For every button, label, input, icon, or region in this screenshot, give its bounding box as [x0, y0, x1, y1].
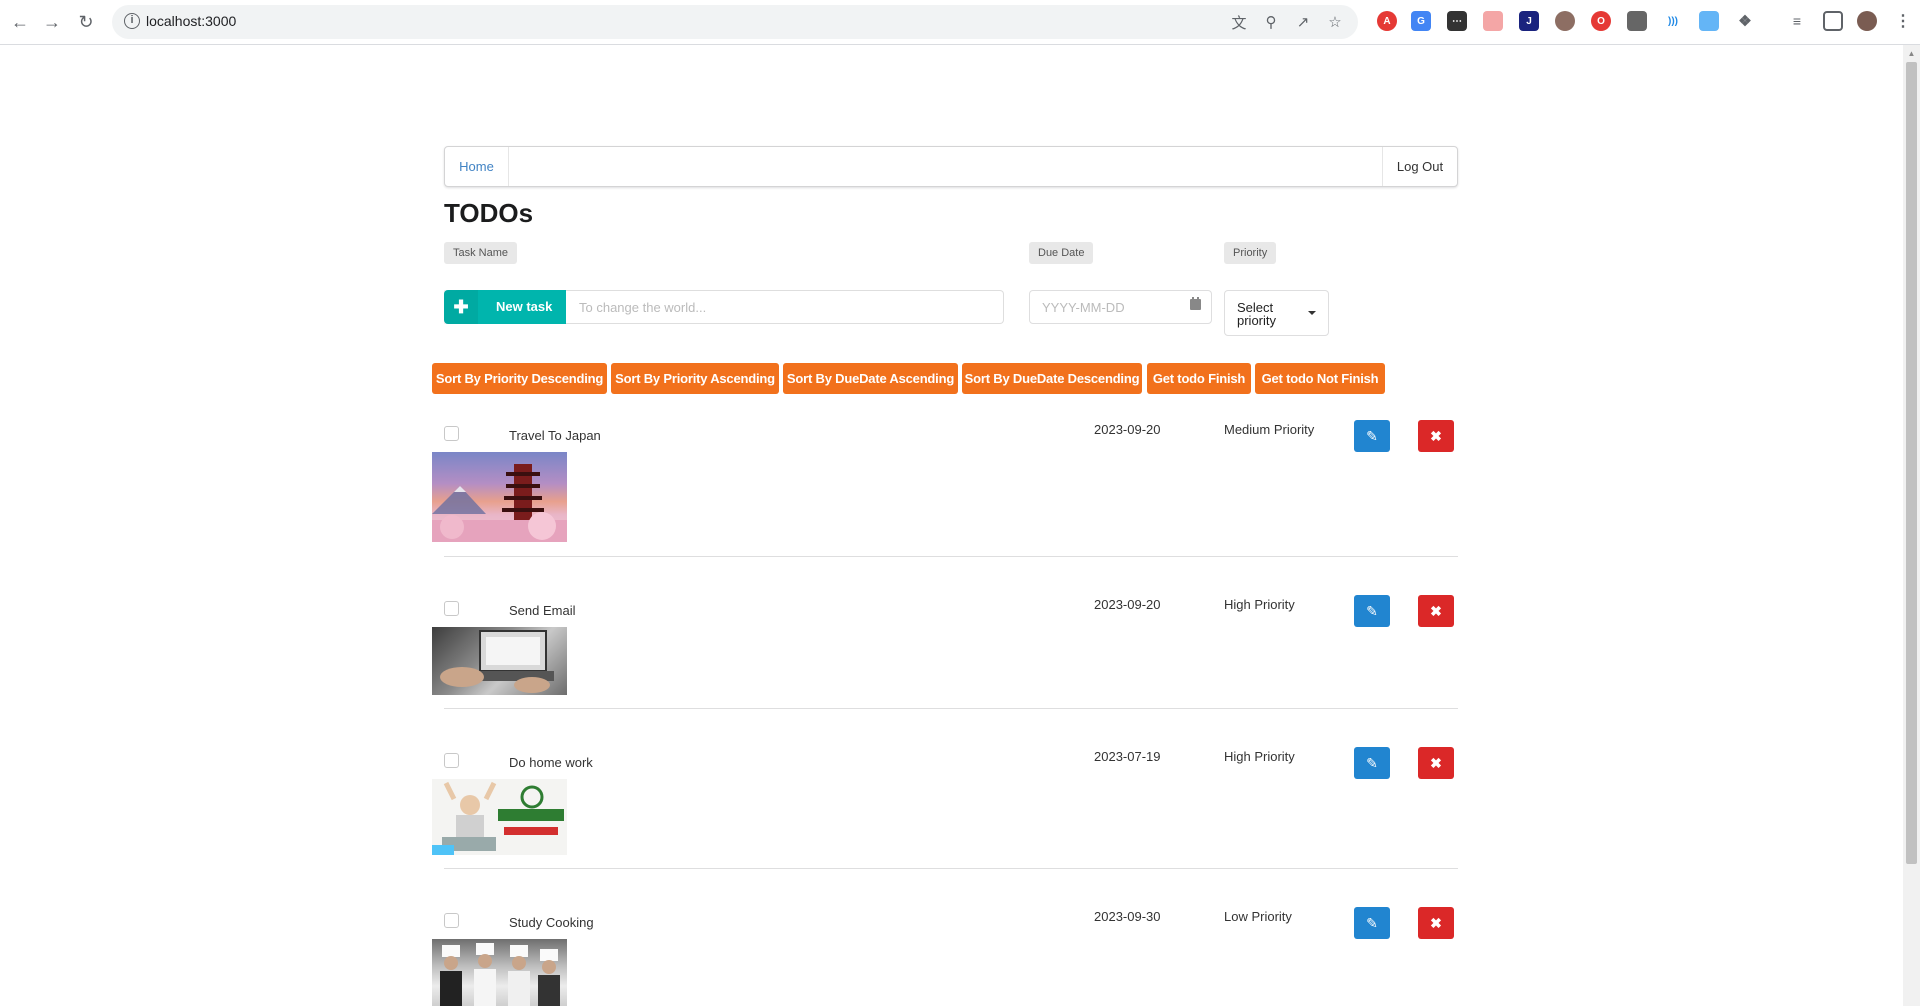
address-bar[interactable]: i localhost:3000 文 ⚲ ↗ ☆ [112, 5, 1358, 39]
close-icon: ✖ [1430, 914, 1442, 931]
priority-select-value: Select priority [1237, 300, 1277, 328]
red-extension-icon[interactable] [1483, 11, 1503, 31]
priority-select[interactable]: Select priority [1224, 290, 1329, 336]
reload-icon[interactable]: ↻ [72, 8, 100, 36]
delete-button[interactable]: ✖ [1418, 747, 1454, 779]
todo-name: Study Cooking [509, 915, 594, 930]
todo-item: Do home work 2023-07-19 High Priority ✎ … [432, 747, 1460, 857]
close-icon: ✖ [1430, 602, 1442, 619]
todo-due-date: 2023-09-20 [1094, 597, 1161, 612]
opera-extension-icon[interactable]: O [1591, 11, 1611, 31]
sound-extension-icon[interactable]: ))) [1663, 11, 1683, 31]
get-finished-button[interactable]: Get todo Finish [1147, 363, 1251, 394]
plus-icon: ✚ [444, 290, 478, 324]
new-task-label: New task [496, 299, 553, 314]
translate-icon[interactable]: 文 [1228, 11, 1250, 33]
todo-checkbox[interactable] [444, 426, 459, 441]
scroll-up-icon[interactable]: ▲ [1903, 45, 1920, 62]
edit-button[interactable]: ✎ [1354, 747, 1390, 779]
info-icon[interactable]: i [124, 13, 140, 29]
qr-extension-icon[interactable] [1627, 11, 1647, 31]
todo-name: Travel To Japan [509, 428, 601, 443]
page-scrollbar[interactable]: ▲ [1903, 45, 1920, 1006]
close-icon: ✖ [1430, 754, 1442, 771]
due-date-label: Due Date [1029, 242, 1094, 264]
address-url[interactable]: localhost:3000 [146, 13, 236, 29]
todo-priority: Medium Priority [1224, 422, 1315, 437]
pencil-icon: ✎ [1366, 754, 1378, 771]
scroll-thumb[interactable] [1906, 62, 1917, 864]
more-menu-icon[interactable]: ⋮ [1893, 11, 1913, 31]
pencil-icon: ✎ [1366, 427, 1378, 444]
todo-image [432, 452, 567, 542]
edit-button[interactable]: ✎ [1354, 595, 1390, 627]
pencil-icon: ✎ [1366, 914, 1378, 931]
todo-priority: High Priority [1224, 597, 1295, 612]
calendar-icon[interactable] [1190, 297, 1201, 310]
new-task-button[interactable]: ✚ New task [444, 290, 566, 324]
sort-priority-desc-button[interactable]: Sort By Priority Descending [432, 363, 607, 394]
page-title: TODOs [444, 198, 534, 228]
task-name-label: Task Name [444, 242, 518, 264]
todo-image [432, 939, 567, 1006]
image-extension-icon[interactable] [1699, 11, 1719, 31]
profile-avatar-icon[interactable] [1857, 11, 1877, 31]
todo-priority: High Priority [1224, 749, 1295, 764]
edit-button[interactable]: ✎ [1354, 420, 1390, 452]
cookie-extension-icon[interactable] [1555, 11, 1575, 31]
forward-icon[interactable]: → [38, 8, 66, 36]
delete-button[interactable]: ✖ [1418, 420, 1454, 452]
zoom-icon[interactable]: ⚲ [1260, 11, 1282, 33]
close-icon: ✖ [1430, 427, 1442, 444]
todo-checkbox[interactable] [444, 913, 459, 928]
todo-image [432, 627, 567, 695]
j-extension-icon[interactable]: J [1519, 11, 1539, 31]
side-panel-icon[interactable] [1823, 11, 1843, 31]
task-name-input[interactable] [566, 290, 1004, 324]
todo-divider [444, 708, 1458, 709]
todo-checkbox[interactable] [444, 753, 459, 768]
browser-toolbar: ← → ↻ i localhost:3000 文 ⚲ ↗ ☆ A G ⋯ J O… [0, 0, 1920, 45]
todo-name: Send Email [509, 603, 576, 618]
translate-extension-icon[interactable]: G [1411, 11, 1431, 31]
chevron-down-icon [1308, 311, 1316, 315]
todo-due-date: 2023-09-30 [1094, 909, 1161, 924]
todo-priority: Low Priority [1224, 909, 1292, 924]
bookmark-star-icon[interactable]: ☆ [1324, 11, 1346, 33]
home-link[interactable]: Home [445, 147, 509, 186]
pencil-icon: ✎ [1366, 602, 1378, 619]
share-icon[interactable]: ↗ [1292, 11, 1314, 33]
todo-item: Study Cooking 2023-09-30 Low Priority ✎ … [432, 907, 1460, 1006]
todo-item: Send Email 2023-09-20 High Priority ✎ ✖ [432, 595, 1460, 695]
delete-button[interactable]: ✖ [1418, 595, 1454, 627]
todo-item: Travel To Japan 2023-09-20 Medium Priori… [432, 420, 1460, 545]
todo-due-date: 2023-07-19 [1094, 749, 1161, 764]
top-menu: Home Log Out [444, 146, 1458, 187]
todo-divider [444, 556, 1458, 557]
sort-duedate-desc-button[interactable]: Sort By DueDate Descending [962, 363, 1142, 394]
sort-duedate-asc-button[interactable]: Sort By DueDate Ascending [783, 363, 958, 394]
priority-label: Priority [1224, 242, 1277, 264]
back-icon[interactable]: ← [6, 8, 34, 36]
get-not-finished-button[interactable]: Get todo Not Finish [1255, 363, 1385, 394]
todo-divider [444, 868, 1458, 869]
adblock-extension-icon[interactable]: A [1377, 11, 1397, 31]
edit-button[interactable]: ✎ [1354, 907, 1390, 939]
reading-list-icon[interactable]: ≡ [1787, 11, 1807, 31]
todo-image [432, 779, 567, 855]
due-date-input[interactable] [1029, 290, 1212, 324]
todo-name: Do home work [509, 755, 593, 770]
sort-priority-asc-button[interactable]: Sort By Priority Ascending [611, 363, 779, 394]
todo-checkbox[interactable] [444, 601, 459, 616]
delete-button[interactable]: ✖ [1418, 907, 1454, 939]
todo-due-date: 2023-09-20 [1094, 422, 1161, 437]
logout-link[interactable]: Log Out [1382, 147, 1457, 186]
puzzle-extensions-icon[interactable]: ❖ [1735, 11, 1755, 31]
dots-extension-icon[interactable]: ⋯ [1447, 11, 1467, 31]
